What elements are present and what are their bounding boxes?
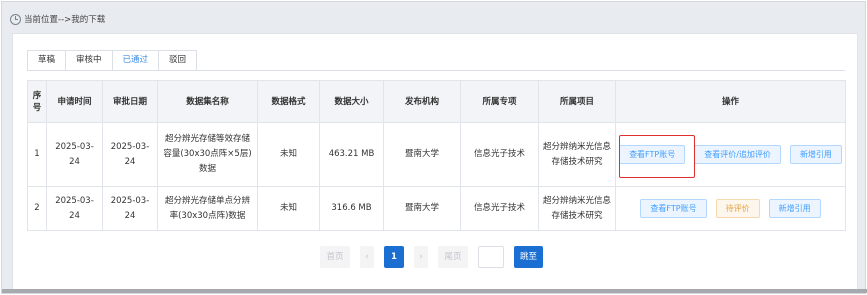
prev-page-button[interactable]: ‹ (360, 246, 374, 268)
cell-approve-date: 2025-03-24 (102, 186, 158, 231)
breadcrumb-text: 当前位置-->我的下载 (24, 15, 106, 25)
horizontal-scrollbar[interactable] (2, 289, 867, 293)
status-tabs: 草稿 审核中 已通过 驳回 (27, 50, 198, 71)
tab-reviewing[interactable]: 审核中 (65, 50, 112, 71)
cell-size: 463.21 MB (319, 122, 384, 187)
pending-review-button[interactable]: 待评价 (715, 199, 760, 218)
view-review-button[interactable]: 查看评价/追加评价 (694, 145, 781, 164)
page-jump-input[interactable] (478, 246, 504, 268)
clock-icon (10, 13, 21, 25)
tab-draft[interactable]: 草稿 (27, 50, 66, 71)
tab-rejected[interactable]: 驳回 (158, 50, 198, 71)
cell-size: 316.6 MB (319, 186, 384, 231)
cell-index: 1 (27, 122, 47, 187)
col-field: 所属专项 (460, 80, 539, 123)
cell-project: 超分辨纳米光信息存储技术研究 (538, 186, 616, 231)
table-row: 1 2025-03-24 2025-03-24 超分辨光存储等效存储容量(30x… (27, 122, 846, 187)
download-table: 序号 申请时间 审批日期 数据集名称 数据格式 数据大小 发布机构 所属专项 所… (27, 80, 846, 231)
next-page-button[interactable]: › (414, 246, 428, 268)
col-ops: 操作 (615, 80, 846, 123)
add-citation-button[interactable]: 新增引用 (789, 145, 842, 164)
cell-format: 未知 (257, 122, 320, 187)
col-apply-date: 申请时间 (46, 80, 103, 123)
cell-field: 信息光子技术 (460, 122, 539, 187)
jump-button[interactable]: 跳至 (514, 246, 544, 268)
last-page-button[interactable]: 尾页 (438, 246, 468, 268)
cell-apply-date: 2025-03-24 (46, 186, 103, 231)
col-project: 所属项目 (538, 80, 616, 123)
cell-dataset: 超分辨光存储等效存储容量(30x30点阵×5层)数据 (157, 122, 258, 187)
cell-project: 超分辨纳米光信息存储技术研究 (538, 122, 616, 187)
tab-approved[interactable]: 已通过 (111, 50, 159, 71)
cell-format: 未知 (257, 186, 320, 231)
col-publisher: 发布机构 (383, 80, 461, 123)
col-index: 序号 (27, 80, 47, 123)
page-frame: 当前位置-->我的下载 草稿 审核中 已通过 驳回 序号 申请时间 审批日期 数… (1, 1, 867, 294)
add-citation-button[interactable]: 新增引用 (768, 199, 821, 218)
cell-dataset: 超分辨光存储单点分辨率(30x30点阵)数据 (157, 186, 258, 231)
cell-approve-date: 2025-03-24 (102, 122, 158, 187)
pagination: 首页 ‹ 1 › 尾页 跳至 (320, 246, 544, 268)
cell-apply-date: 2025-03-24 (46, 122, 103, 187)
cell-index: 2 (27, 186, 47, 231)
col-approve-date: 审批日期 (102, 80, 158, 123)
table-row: 2 2025-03-24 2025-03-24 超分辨光存储单点分辨率(30x3… (27, 186, 846, 231)
page-1-button[interactable]: 1 (384, 246, 404, 268)
view-ftp-account-button[interactable]: 查看FTP账号 (640, 199, 707, 218)
first-page-button[interactable]: 首页 (320, 246, 350, 268)
cell-ops: 查看FTP账号 待评价 新增引用 (615, 186, 846, 231)
col-dataset: 数据集名称 (157, 80, 258, 123)
col-size: 数据大小 (319, 80, 384, 123)
col-format: 数据格式 (257, 80, 320, 123)
breadcrumb: 当前位置-->我的下载 (10, 13, 105, 25)
cell-field: 信息光子技术 (460, 186, 539, 231)
cell-publisher: 暨南大学 (383, 186, 461, 231)
tab-divider (27, 70, 845, 71)
table-header: 序号 申请时间 审批日期 数据集名称 数据格式 数据大小 发布机构 所属专项 所… (27, 80, 846, 123)
cell-publisher: 暨南大学 (383, 122, 461, 187)
highlight-box (619, 135, 695, 178)
